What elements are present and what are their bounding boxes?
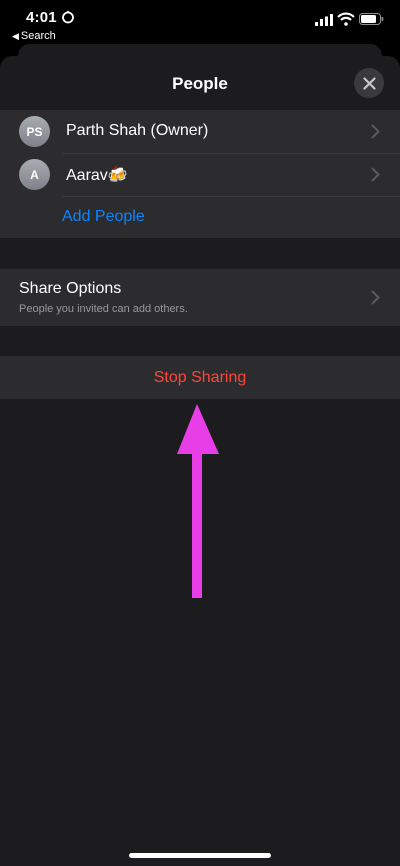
status-time: 4:01 xyxy=(26,9,57,26)
wifi-icon xyxy=(337,12,355,26)
chevron-right-icon xyxy=(371,290,380,305)
person-name: Aarav🍻 xyxy=(66,167,128,184)
person-row-aarav[interactable]: A Aarav🍻 xyxy=(0,153,400,197)
annotation-arrow-icon xyxy=(177,404,219,598)
person-row-owner[interactable]: PS Parth Shah (Owner) xyxy=(0,110,400,154)
person-name: Parth Shah (Owner) xyxy=(66,122,209,139)
home-indicator[interactable] xyxy=(129,853,271,858)
add-people-button[interactable]: Add People xyxy=(62,208,145,226)
back-search-label: Search xyxy=(20,30,56,42)
chevron-right-icon xyxy=(371,167,380,182)
cellular-signal-icon xyxy=(315,14,333,26)
chevron-right-icon xyxy=(371,124,380,139)
avatar: PS xyxy=(19,116,50,147)
close-button[interactable] xyxy=(354,68,384,98)
status-bar: 4:01 ◀ Search xyxy=(0,0,400,46)
avatar: A xyxy=(19,159,50,190)
focus-timer-icon xyxy=(62,10,74,24)
battery-icon xyxy=(359,13,384,25)
share-options-title: Share Options xyxy=(19,280,122,297)
row-divider xyxy=(62,196,400,197)
share-options-subtitle: People you invited can add others. xyxy=(19,303,188,315)
stop-sharing-label: Stop Sharing xyxy=(153,369,247,386)
back-to-search-link[interactable]: ◀ Search xyxy=(12,30,56,42)
back-arrow-icon: ◀ xyxy=(12,31,19,41)
people-list: PS Parth Shah (Owner) A Aarav🍻 Add Peopl… xyxy=(0,110,400,238)
sheet-title: People xyxy=(172,74,228,93)
close-icon xyxy=(362,76,376,90)
share-options-row[interactable]: Share Options People you invited can add… xyxy=(0,269,400,326)
stop-sharing-button[interactable]: Stop Sharing xyxy=(0,356,400,399)
